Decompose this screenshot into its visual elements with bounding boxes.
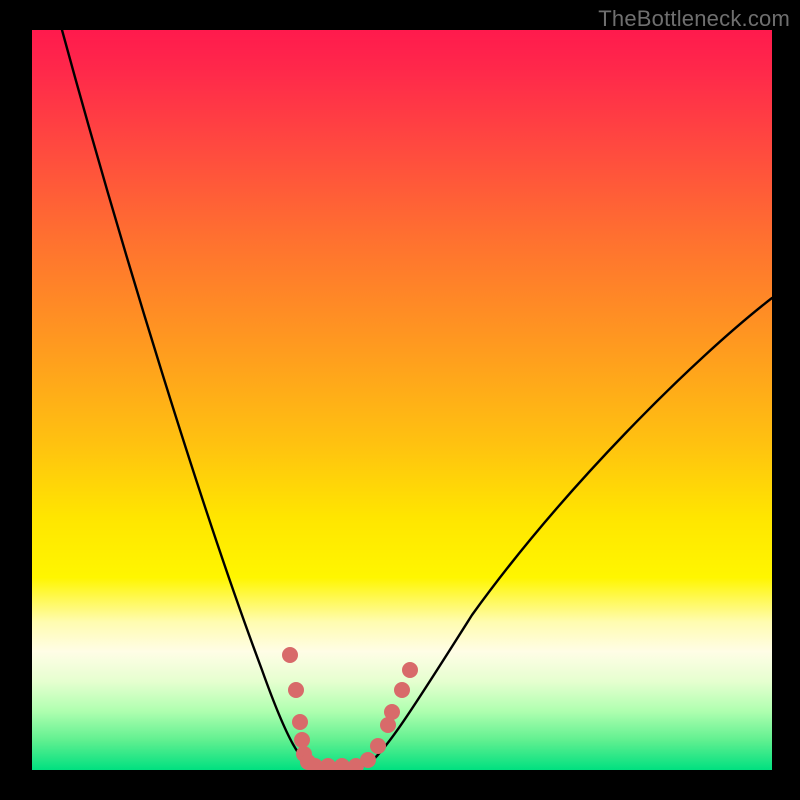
chart-plot-area xyxy=(32,30,772,770)
marker-dot xyxy=(294,732,310,748)
chart-frame: TheBottleneck.com xyxy=(0,0,800,800)
marker-dot xyxy=(282,647,298,663)
marker-dot xyxy=(402,662,418,678)
marker-dot xyxy=(360,752,376,768)
marker-dot xyxy=(384,704,400,720)
marker-dot xyxy=(394,682,410,698)
chart-svg xyxy=(32,30,772,770)
marker-dot xyxy=(334,758,350,770)
marker-group xyxy=(282,647,418,770)
watermark-text: TheBottleneck.com xyxy=(598,6,790,32)
marker-dot xyxy=(320,758,336,770)
marker-dot xyxy=(370,738,386,754)
marker-dot xyxy=(288,682,304,698)
curve-group xyxy=(62,30,772,766)
marker-dot xyxy=(292,714,308,730)
bottleneck-curve xyxy=(62,30,772,766)
